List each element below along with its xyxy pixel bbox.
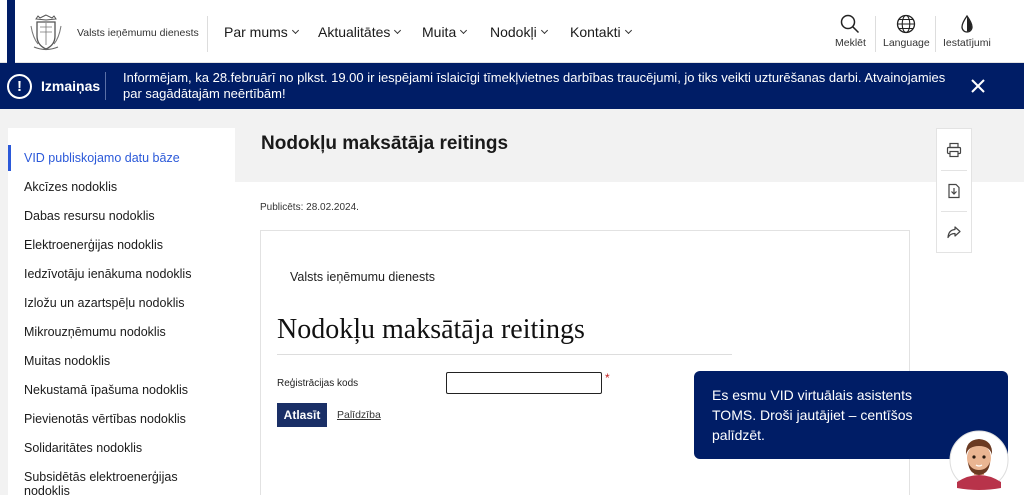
nav-label: Aktualitātes [318, 24, 391, 40]
nav-label: Par mums [224, 24, 288, 40]
sidebar-item-subsidetas[interactable]: Subsidētās elektroenerģijas nodoklis [24, 470, 224, 495]
chevron-down-icon [460, 26, 468, 35]
page-title: Nodokļu maksātāja reitings [261, 133, 509, 154]
nav-aktualitates[interactable]: Aktualitātes [318, 24, 402, 40]
sidebar-item-izlozu[interactable]: Izložu un azartspēļu nodoklis [24, 296, 224, 310]
header-accent-bar [7, 0, 15, 63]
nav-label: Kontakti [570, 24, 621, 40]
sidebar-nav: VID publiskojamo datu bāze Akcīzes nodok… [8, 128, 235, 495]
nav-kontakti[interactable]: Kontakti [570, 24, 632, 40]
sidebar-item-solidaritates[interactable]: Solidaritātes nodoklis [24, 441, 224, 455]
notification-banner: ! Izmaiņas Informējam, ka 28.februārī no… [0, 63, 1024, 109]
nav-muita[interactable]: Muita [422, 24, 468, 40]
nav-label: Nodokļi [490, 24, 537, 40]
settings-label: Iestatījumi [943, 37, 991, 49]
share-button[interactable] [937, 211, 971, 252]
nav-par-mums[interactable]: Par mums [224, 24, 299, 40]
sidebar-item-mikrouznemumu[interactable]: Mikrouzņēmumu nodoklis [24, 325, 224, 339]
close-icon[interactable] [970, 78, 986, 94]
util-divider [875, 16, 876, 52]
page-tools [936, 128, 972, 253]
registration-code-label: Reģistrācijas kods [277, 378, 359, 389]
assistant-message: Es esmu VID virtuālais asistents TOMS. D… [712, 387, 913, 443]
brand-name: Valsts ieņēmumu dienests [77, 27, 199, 39]
language-button[interactable]: Language [883, 14, 930, 49]
nav-label: Muita [422, 24, 457, 40]
sidebar-item-muitas[interactable]: Muitas nodoklis [24, 354, 224, 368]
registration-code-input[interactable] [446, 372, 602, 394]
sidebar-item-dabas-resursu[interactable]: Dabas resursu nodoklis [24, 209, 224, 223]
active-indicator [8, 145, 11, 171]
help-link[interactable]: Palīdzība [337, 409, 381, 421]
share-icon [947, 225, 961, 238]
coat-of-arms-logo[interactable] [26, 12, 66, 52]
chevron-down-icon [394, 26, 402, 35]
site-header: Valsts ieņēmumu dienests Par mums Aktual… [0, 0, 1024, 63]
select-button[interactable]: Atlasīt [277, 403, 327, 427]
contrast-drop-icon [961, 14, 973, 33]
alert-icon: ! [7, 74, 32, 99]
sidebar-item-iin[interactable]: Iedzīvotāju ienākuma nodoklis [24, 267, 224, 281]
search-label: Meklēt [835, 37, 866, 49]
printer-icon [946, 142, 962, 157]
banner-divider [105, 72, 106, 100]
sidebar-item-datu-baze[interactable]: VID publiskojamo datu bāze [24, 151, 224, 165]
download-button[interactable] [937, 170, 971, 211]
banner-text: Informējam, ka 28.februārī no plkst. 19.… [123, 70, 946, 101]
chevron-down-icon [624, 26, 632, 35]
header-divider [207, 16, 208, 52]
nav-nodokli[interactable]: Nodokļi [490, 24, 548, 40]
assistant-avatar-icon[interactable] [949, 430, 1009, 490]
required-marker: * [605, 371, 610, 385]
chevron-down-icon [540, 26, 548, 35]
chevron-down-icon [291, 26, 299, 35]
globe-icon [897, 14, 916, 34]
form-title: Nodokļu maksātāja reitings [277, 314, 585, 345]
banner-title: Izmaiņas [41, 78, 101, 94]
util-divider [935, 16, 936, 52]
language-label: Language [883, 37, 930, 49]
search-button[interactable]: Meklēt [835, 14, 866, 49]
form-divider [277, 354, 732, 355]
search-icon [841, 14, 860, 34]
download-document-icon [948, 183, 960, 198]
sidebar-item-pvn[interactable]: Pievienotās vērtības nodoklis [24, 412, 224, 426]
print-button[interactable] [937, 129, 971, 170]
form-organization: Valsts ieņēmumu dienests [290, 270, 435, 284]
sidebar-item-elektroenergijas[interactable]: Elektroenerģijas nodoklis [24, 238, 224, 252]
sidebar-item-akcizes[interactable]: Akcīzes nodoklis [24, 180, 224, 194]
settings-button[interactable]: Iestatījumi [943, 14, 991, 49]
published-date: Publicēts: 28.02.2024. [260, 202, 359, 213]
sidebar-item-nekustama[interactable]: Nekustamā īpašuma nodoklis [24, 383, 224, 397]
